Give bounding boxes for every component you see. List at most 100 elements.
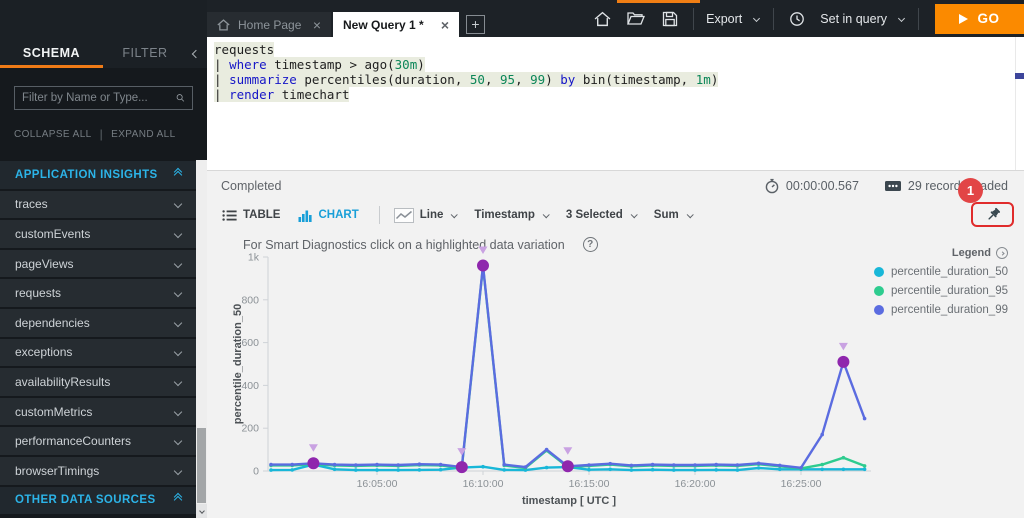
x-axis-label: Timestamp xyxy=(474,209,535,221)
chevron-down-icon[interactable] xyxy=(898,15,905,22)
schema-section-header[interactable]: APPLICATION INSIGHTS xyxy=(0,161,207,189)
set-in-query-dropdown[interactable]: Set in query xyxy=(820,12,887,26)
close-icon[interactable]: × xyxy=(441,17,449,33)
pin-icon xyxy=(984,206,1002,224)
schema-table-pageViews[interactable]: pageViews xyxy=(0,250,207,278)
schema-table-availabilityResults[interactable]: availabilityResults xyxy=(0,368,207,396)
chevron-down-icon xyxy=(174,319,182,327)
legend-dot xyxy=(874,286,884,296)
open-file-button[interactable] xyxy=(625,8,647,30)
tab-new-query[interactable]: New Query 1 * × xyxy=(333,12,459,37)
export-button[interactable]: Export xyxy=(706,12,742,26)
svg-text:400: 400 xyxy=(241,380,259,392)
records-group: 29 records loaded xyxy=(884,179,1008,193)
svg-text:1k: 1k xyxy=(248,252,260,264)
chart-type-label: Line xyxy=(420,209,444,221)
play-icon xyxy=(959,14,968,24)
editor-scrollbar-thumb[interactable] xyxy=(1015,73,1024,79)
svg-text:timestamp [ UTC ]: timestamp [ UTC ] xyxy=(522,495,616,507)
legend-title: Legend xyxy=(952,247,991,259)
schema-table-browserTimings[interactable]: browserTimings xyxy=(0,457,207,485)
chevron-down-icon xyxy=(174,466,182,474)
chart-label: CHART xyxy=(318,209,358,221)
legend-label: percentile_duration_99 xyxy=(891,304,1008,316)
tab-schema[interactable]: SCHEMA xyxy=(0,37,103,68)
query-editor[interactable]: requests| where timestamp > ago(30m)| su… xyxy=(207,37,1024,170)
go-button-label: GO xyxy=(977,11,999,26)
code-line[interactable]: requests xyxy=(214,42,1024,57)
pin-to-dashboard-button[interactable] xyxy=(971,202,1014,227)
save-icon xyxy=(662,11,678,27)
expand-all-button[interactable]: EXPAND ALL xyxy=(111,129,175,140)
controls-divider xyxy=(379,206,380,224)
chevron-down-icon xyxy=(174,378,182,386)
x-axis-dropdown[interactable]: Timestamp xyxy=(474,209,548,221)
new-tab-button[interactable]: + xyxy=(466,15,485,34)
sidebar-collapse-icon[interactable] xyxy=(193,44,199,62)
actions-divider: | xyxy=(100,127,104,141)
table-view-button[interactable]: TABLE xyxy=(222,209,280,222)
code-line[interactable]: | render timechart xyxy=(214,87,1024,102)
chevron-down-icon xyxy=(174,230,182,238)
chart-type-dropdown[interactable]: Line xyxy=(394,208,457,223)
line-chart-icon xyxy=(394,208,414,223)
legend-item-percentile_duration_95[interactable]: percentile_duration_95 xyxy=(874,285,1008,297)
editor-gutter-line xyxy=(1015,37,1016,170)
tab-home-page[interactable]: Home Page × xyxy=(207,12,331,37)
elapsed-time-group: 00:00:00.567 xyxy=(764,178,859,194)
svg-text:600: 600 xyxy=(241,337,259,349)
schema-section-header[interactable]: OTHER DATA SOURCES xyxy=(0,487,207,515)
schema-table-requests[interactable]: requests xyxy=(0,279,207,307)
chevron-down-icon xyxy=(451,211,458,218)
chevron-down-icon xyxy=(543,211,550,218)
legend-toggle[interactable]: Legend xyxy=(874,247,1008,259)
top-toolbar: Home Page × New Query 1 * × + xyxy=(207,0,1024,37)
home-button[interactable] xyxy=(591,8,613,30)
timechart[interactable]: For Smart Diagnostics click on a highlig… xyxy=(207,229,1024,518)
svg-text:800: 800 xyxy=(241,294,259,306)
sidebar-scrollbar[interactable] xyxy=(196,160,207,518)
results-status-bar: Completed 00:00:00.567 29 records loaded xyxy=(207,171,1024,201)
chevron-down-icon xyxy=(686,211,693,218)
legend-item-percentile_duration_99[interactable]: percentile_duration_99 xyxy=(874,304,1008,316)
double-chevron-up-icon xyxy=(175,497,181,503)
schema-table-customMetrics[interactable]: customMetrics xyxy=(0,398,207,426)
scrollbar-down-arrow[interactable] xyxy=(196,504,207,518)
tab-label: Home Page xyxy=(238,18,305,32)
save-button[interactable] xyxy=(659,8,681,30)
schema-table-dependencies[interactable]: dependencies xyxy=(0,309,207,337)
chevron-down-icon xyxy=(174,407,182,415)
close-icon[interactable]: × xyxy=(313,17,321,33)
chart-view-button[interactable]: CHART xyxy=(298,208,358,222)
chart-bars-icon xyxy=(298,208,312,222)
schema-filter-box xyxy=(14,86,193,110)
code-line[interactable]: | summarize percentiles(duration, 50, 95… xyxy=(214,72,1024,87)
chevron-down-icon[interactable] xyxy=(753,15,760,22)
query-status: Completed xyxy=(221,179,281,193)
schema-filter-input[interactable] xyxy=(22,92,176,104)
records-icon xyxy=(884,179,902,193)
main-panel: Home Page × New Query 1 * × + xyxy=(207,0,1024,518)
clock-icon xyxy=(789,11,805,27)
app-window: SCHEMA FILTER COLLAPSE ALL | EXPAND ALL … xyxy=(0,0,1024,518)
aggregation-dropdown[interactable]: Sum xyxy=(654,209,692,221)
schema-table-traces[interactable]: traces xyxy=(0,191,207,219)
legend-dot xyxy=(874,267,884,277)
tab-filter[interactable]: FILTER xyxy=(103,37,187,68)
schema-table-performanceCounters[interactable]: performanceCounters xyxy=(0,427,207,455)
code-line[interactable]: | where timestamp > ago(30m) xyxy=(214,57,1024,72)
series-dropdown[interactable]: 3 Selected xyxy=(566,209,636,221)
toolbar-divider xyxy=(773,8,774,30)
scrollbar-thumb[interactable] xyxy=(197,428,206,503)
legend-item-percentile_duration_50[interactable]: percentile_duration_50 xyxy=(874,266,1008,278)
schema-table-exceptions[interactable]: exceptions xyxy=(0,339,207,367)
svg-text:16:10:00: 16:10:00 xyxy=(463,478,504,490)
svg-text:200: 200 xyxy=(241,423,259,435)
go-button[interactable]: GO xyxy=(935,4,1024,34)
legend-items: percentile_duration_50 percentile_duratio… xyxy=(874,266,1008,316)
schema-table-customEvents[interactable]: customEvents xyxy=(0,220,207,248)
time-range-button[interactable] xyxy=(786,8,808,30)
table-icon xyxy=(222,209,237,222)
collapse-all-button[interactable]: COLLAPSE ALL xyxy=(14,129,92,140)
orange-accent-strip xyxy=(617,0,700,3)
